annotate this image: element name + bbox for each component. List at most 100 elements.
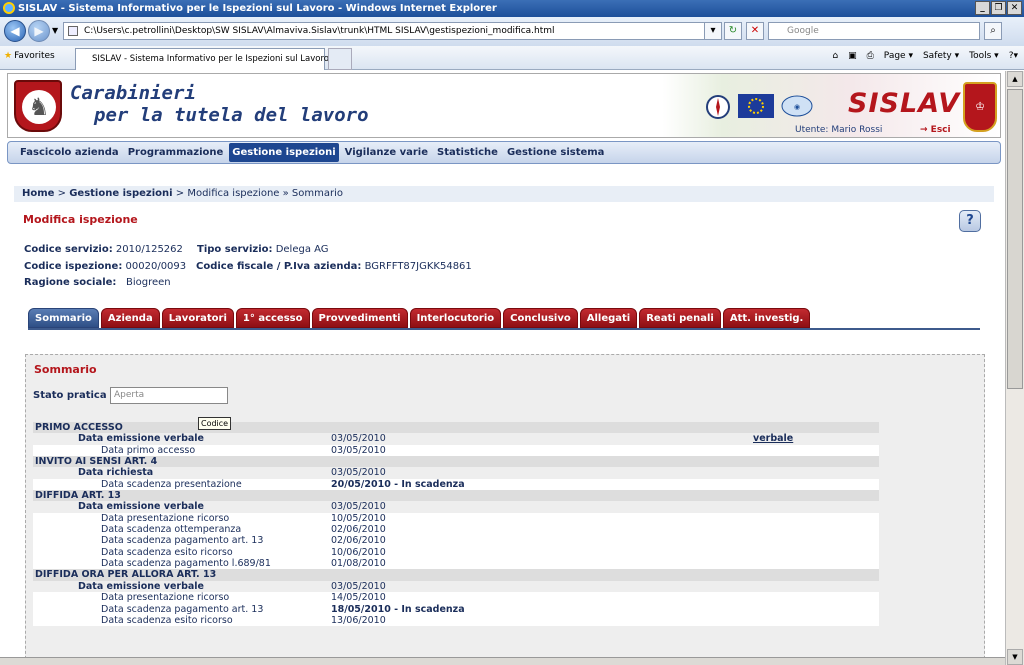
- print-icon[interactable]: ⎙: [867, 51, 874, 61]
- row-label: Data richiesta: [78, 467, 154, 479]
- row-value: 20/05/2010 - In scadenza: [331, 478, 465, 490]
- scroll-thumb[interactable]: [1007, 89, 1023, 389]
- feeds-icon[interactable]: ▣: [848, 51, 857, 61]
- help-icon[interactable]: ?: [959, 210, 981, 232]
- search-input[interactable]: Google: [768, 22, 980, 40]
- crest-icon: ♔: [963, 82, 997, 132]
- section-title: Sommario: [34, 363, 97, 376]
- tab-azienda[interactable]: Azienda: [100, 308, 160, 328]
- tools-menu[interactable]: Tools ▾: [969, 51, 999, 61]
- tab-provvedimenti[interactable]: Provvedimenti: [311, 308, 408, 328]
- logout-link[interactable]: → Esci: [920, 125, 951, 135]
- section-header-row: INVITO AI SENSI ART. 4: [33, 456, 879, 468]
- address-text: C:\Users\c.petrollini\Desktop\SW SISLAV\…: [84, 26, 555, 36]
- row-value: 03/05/2010: [331, 580, 386, 592]
- tab-conclusivo[interactable]: Conclusivo: [503, 308, 578, 328]
- vertical-scrollbar[interactable]: ▲ ▼: [1005, 71, 1024, 665]
- window-titlebar: SISLAV - Sistema Informativo per le Ispe…: [0, 0, 1024, 17]
- stato-pratica-field[interactable]: Aperta: [110, 387, 228, 404]
- window-title: SISLAV - Sistema Informativo per le Ispe…: [18, 3, 497, 14]
- scroll-up-icon[interactable]: ▲: [1007, 71, 1023, 87]
- refresh-icon[interactable]: ↻: [724, 22, 742, 40]
- menu-fascicolo-azienda[interactable]: Fascicolo azienda: [17, 143, 122, 162]
- verbale-link[interactable]: verbale: [753, 433, 793, 444]
- eu-flag-icon: [738, 94, 774, 118]
- scroll-down-icon[interactable]: ▼: [1007, 649, 1023, 665]
- codice-ispezione: Codice ispezione: 00020/0093: [24, 261, 186, 272]
- row-label: Data presentazione ricorso: [101, 592, 230, 604]
- home-icon[interactable]: ⌂: [832, 51, 838, 61]
- table-row: Data scadenza esito ricorso 13/06/2010: [33, 614, 879, 627]
- svg-text:◉: ◉: [794, 103, 800, 111]
- table-row: Data scadenza esito ricorso 10/06/2010: [33, 546, 879, 559]
- ragione-sociale: Ragione sociale: Biogreen: [24, 277, 171, 288]
- back-icon[interactable]: ◀: [4, 20, 26, 42]
- tab-lavoratori[interactable]: Lavoratori: [161, 308, 234, 328]
- safety-menu[interactable]: Safety ▾: [923, 51, 959, 61]
- row-value: 10/05/2010: [331, 512, 386, 524]
- row-label: Data scadenza presentazione: [101, 478, 242, 490]
- table-row: Data scadenza ottemperanza 02/06/2010: [33, 524, 879, 536]
- menu-vigilanze-varie[interactable]: Vigilanze varie: [342, 143, 431, 162]
- ragione-sociale-value: Biogreen: [125, 277, 171, 288]
- tab-att-investig[interactable]: Att. investig.: [722, 308, 811, 328]
- main-menu: Fascicolo azienda Programmazione Gestion…: [7, 141, 1001, 164]
- tab-allegati[interactable]: Allegati: [579, 308, 638, 328]
- page-menu[interactable]: Page ▾: [884, 51, 913, 61]
- row-value: 14/05/2010: [331, 592, 386, 604]
- address-input[interactable]: C:\Users\c.petrollini\Desktop\SW SISLAV\…: [63, 22, 719, 40]
- brand-line-1: Carabinieri: [70, 82, 196, 104]
- table-row: Data emissione verbale 03/05/2010: [33, 581, 879, 592]
- address-dropdown-icon[interactable]: ▾: [704, 22, 722, 40]
- web-page: ♞ Carabinieri per la tutela del lavoro ◉…: [0, 71, 1005, 665]
- tab-bar: Sommario Azienda Lavoratori 1° accesso P…: [28, 308, 980, 330]
- tipo-servizio-value: Delega AG: [275, 244, 329, 255]
- breadcrumb-rest: > Modifica ispezione » Sommario: [172, 188, 343, 199]
- table-row: Data emissione verbale 03/05/2010 verbale: [33, 433, 879, 444]
- menu-gestione-sistema[interactable]: Gestione sistema: [504, 143, 607, 162]
- breadcrumb: Home > Gestione ispezioni > Modifica isp…: [14, 186, 994, 202]
- row-value: 02/06/2010: [331, 524, 386, 536]
- row-label: Data scadenza esito ricorso: [101, 614, 233, 626]
- minimize-button[interactable]: _: [975, 1, 990, 15]
- tab-primo-accesso[interactable]: 1° accesso: [235, 308, 310, 328]
- menu-statistiche[interactable]: Statistiche: [434, 143, 501, 162]
- history-dropdown-icon[interactable]: ▼: [52, 26, 58, 35]
- row-value: 03/05/2010: [331, 467, 386, 479]
- tab-title: SISLAV - Sistema Informativo per le Ispe…: [92, 54, 329, 64]
- app-name: SISLAV: [848, 88, 961, 119]
- tab-reati-penali[interactable]: Reati penali: [639, 308, 721, 328]
- breadcrumb-section[interactable]: Gestione ispezioni: [69, 188, 172, 199]
- search-icon[interactable]: ⌕: [984, 22, 1002, 40]
- table-row: Data emissione verbale 03/05/2010: [33, 501, 879, 512]
- search-placeholder: Google: [787, 26, 819, 36]
- row-label: Data emissione verbale: [78, 501, 204, 513]
- tooltip: Codice: [198, 417, 232, 430]
- close-button[interactable]: ✕: [1007, 1, 1022, 15]
- row-label: Data primo accesso: [101, 444, 196, 456]
- row-label: Data emissione verbale: [78, 433, 204, 445]
- row-label: Data scadenza pagamento art. 13: [101, 603, 264, 615]
- codice-fiscale-value: BGRFFT87JGKK54861: [364, 261, 472, 272]
- codice-ispezione-label: Codice ispezione:: [24, 261, 123, 272]
- row-label: Data scadenza ottemperanza: [101, 524, 242, 536]
- breadcrumb-home[interactable]: Home: [22, 188, 54, 199]
- row-value: 03/05/2010: [331, 433, 386, 445]
- row-value: 10/06/2010: [331, 546, 386, 558]
- table-row: Data presentazione ricorso 10/05/2010: [33, 512, 879, 525]
- row-value: 18/05/2010 - In scadenza: [331, 603, 465, 615]
- favorites-button[interactable]: Favorites: [4, 51, 55, 61]
- forward-icon[interactable]: ▶: [28, 20, 50, 42]
- help-menu[interactable]: ?▾: [1009, 51, 1018, 61]
- tipo-servizio: Tipo servizio: Delega AG: [197, 244, 329, 255]
- maximize-button[interactable]: ❐: [991, 1, 1006, 15]
- tab-interlocutorio[interactable]: Interlocutorio: [409, 308, 502, 328]
- menu-programmazione[interactable]: Programmazione: [125, 143, 227, 162]
- tab-sommario[interactable]: Sommario: [28, 308, 99, 328]
- status-bar: [0, 657, 1005, 665]
- browser-tab[interactable]: SISLAV - Sistema Informativo per le Ispe…: [75, 48, 329, 70]
- summary-table: PRIMO ACCESSO Data emissione verbale 03/05…: [33, 422, 879, 627]
- menu-gestione-ispezioni[interactable]: Gestione ispezioni: [229, 143, 339, 162]
- stop-icon[interactable]: ✕: [746, 22, 764, 40]
- new-tab-button[interactable]: [328, 48, 352, 70]
